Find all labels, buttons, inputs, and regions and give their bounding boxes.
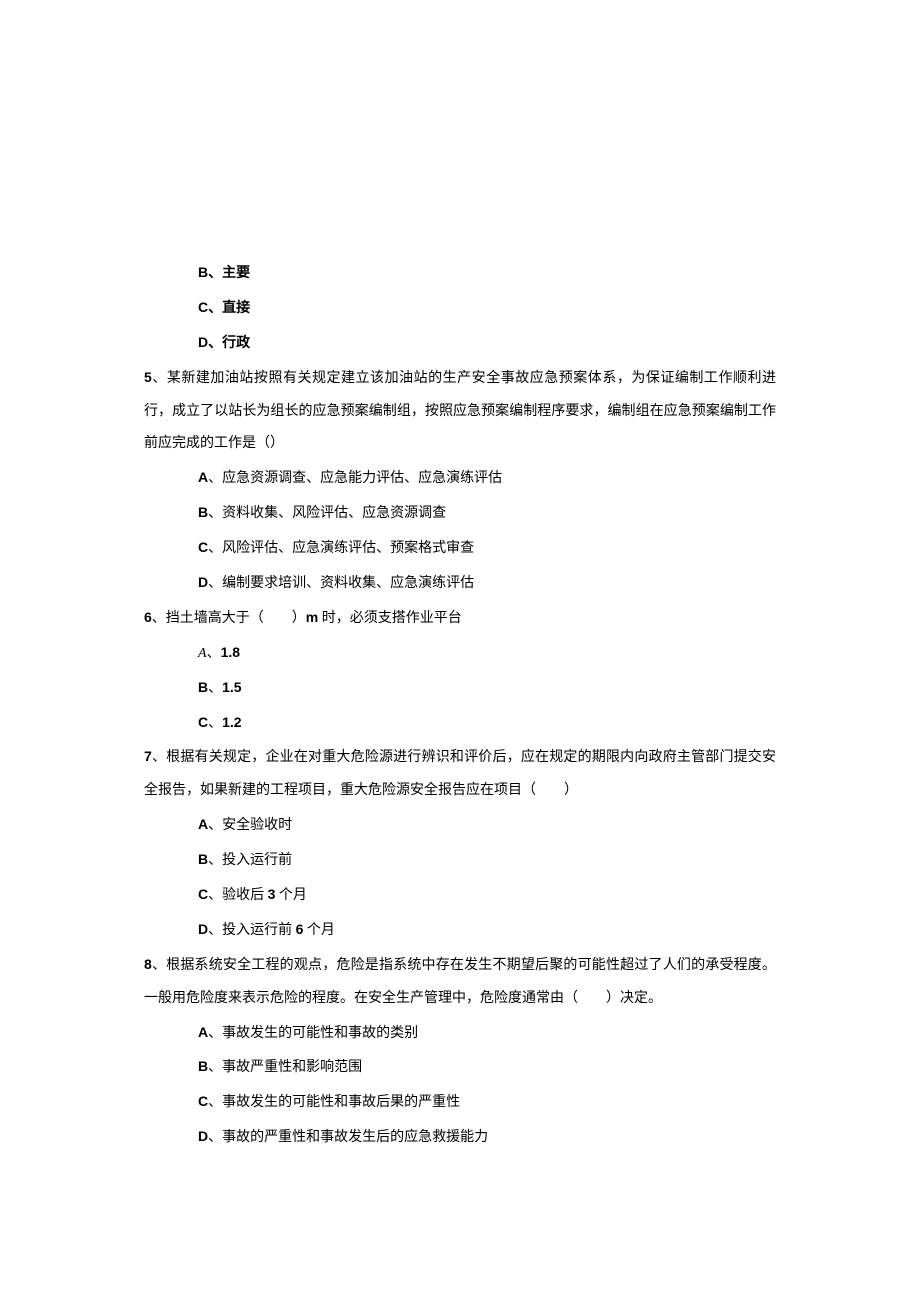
option-label: D	[198, 921, 208, 937]
q7-option-a: A、安全验收时	[144, 808, 776, 843]
option-text: 、事故严重性和影响范围	[208, 1060, 362, 1075]
question-text: 、某新建加油站按照有关规定建立该加油站的生产安全事故应急预案体系，为保证编制工作…	[144, 371, 776, 452]
option-label: B	[198, 504, 208, 520]
q5-option-b: B、资料收集、风险评估、应急资源调查	[144, 496, 776, 531]
option-label: A	[198, 816, 208, 832]
q5-option-a: A、应急资源调查、应急能力评估、应急演练评估	[144, 461, 776, 496]
question-text-part2: 时，必须支搭作业平台	[318, 611, 462, 626]
q7-option-d: D、投入运行前 6 个月	[144, 913, 776, 948]
q5-option-c: C、风险评估、应急演练评估、预案格式审查	[144, 531, 776, 566]
q8-option-d: D、事故的严重性和事故发生后的应急救援能力	[144, 1120, 776, 1155]
question-number: 6	[144, 609, 152, 625]
question-7: 7、根据有关规定，企业在对重大危险源进行辨识和评价后，应在规定的期限内向政府主管…	[144, 740, 776, 808]
option-label: C	[198, 1093, 208, 1109]
option-label: C	[198, 714, 208, 730]
option-label: C	[198, 886, 208, 902]
option-value: 1.5	[222, 679, 241, 695]
option-text: C、直接	[198, 299, 250, 315]
option-text: 、事故发生的可能性和事故后果的严重性	[208, 1095, 460, 1110]
q5-option-d: D、编制要求培训、资料收集、应急演练评估	[144, 566, 776, 601]
option-text: 、编制要求培训、资料收集、应急演练评估	[208, 576, 474, 591]
q6-option-a: A、1.8	[144, 636, 776, 671]
option-text: 、投入运行前	[208, 853, 292, 868]
q4-option-b: B、主要	[144, 256, 776, 291]
option-label: B	[198, 851, 208, 867]
question-number: 7	[144, 748, 152, 764]
option-label: B	[198, 679, 208, 695]
option-text-1: 、验收后	[208, 888, 268, 903]
q4-option-d: D、行政	[144, 326, 776, 361]
q8-option-c: C、事故发生的可能性和事故后果的严重性	[144, 1085, 776, 1120]
option-label: C	[198, 539, 208, 555]
document-page: B、主要 C、直接 D、行政 5、某新建加油站按照有关规定建立该加油站的生产安全…	[0, 0, 920, 1301]
q8-option-b: B、事故严重性和影响范围	[144, 1050, 776, 1085]
option-sep: 、	[208, 681, 222, 696]
q7-option-c: C、验收后 3 个月	[144, 878, 776, 913]
option-label: B	[198, 1058, 208, 1074]
question-5: 5、某新建加油站按照有关规定建立该加油站的生产安全事故应急预案体系，为保证编制工…	[144, 361, 776, 462]
option-label: A	[198, 646, 207, 661]
option-sep: 、	[208, 716, 222, 731]
option-text: 、风险评估、应急演练评估、预案格式审查	[208, 541, 474, 556]
q8-option-a: A、事故发生的可能性和事故的类别	[144, 1016, 776, 1051]
option-text: B、主要	[198, 264, 250, 280]
question-number: 5	[144, 369, 152, 385]
option-text: 、安全验收时	[208, 818, 292, 833]
option-label: D	[198, 1128, 208, 1144]
option-label: D	[198, 574, 208, 590]
option-sep: 、	[207, 646, 221, 661]
question-6: 6、挡土墙高大于（ ）m 时，必须支搭作业平台	[144, 601, 776, 636]
option-text-1: 、投入运行前	[208, 923, 296, 938]
question-text: 、根据系统安全工程的观点，危险是指系统中存在发生不期望后聚的可能性超过了人们的承…	[144, 958, 776, 1006]
option-text: 、事故发生的可能性和事故的类别	[208, 1026, 418, 1041]
option-text: 、事故的严重性和事故发生后的应急救援能力	[208, 1130, 488, 1145]
option-value: 1.8	[221, 644, 240, 660]
question-text: 、根据有关规定，企业在对重大危险源进行辨识和评价后，应在规定的期限内向政府主管部…	[144, 750, 776, 798]
q4-option-c: C、直接	[144, 291, 776, 326]
option-text: 、资料收集、风险评估、应急资源调查	[208, 506, 446, 521]
option-text-2: 个月	[303, 923, 335, 938]
question-8: 8、根据系统安全工程的观点，危险是指系统中存在发生不期望后聚的可能性超过了人们的…	[144, 948, 776, 1016]
question-text-part1: 、挡土墙高大于（ ）	[152, 611, 306, 626]
question-number: 8	[144, 956, 152, 972]
question-unit: m	[306, 609, 318, 625]
option-value: 1.2	[222, 714, 241, 730]
q6-option-b: B、1.5	[144, 671, 776, 706]
option-text-2: 个月	[275, 888, 307, 903]
option-label: A	[198, 469, 208, 485]
option-label: A	[198, 1024, 208, 1040]
option-text: D、行政	[198, 334, 250, 350]
option-text: 、应急资源调查、应急能力评估、应急演练评估	[208, 471, 502, 486]
q7-option-b: B、投入运行前	[144, 843, 776, 878]
q6-option-c: C、1.2	[144, 706, 776, 741]
